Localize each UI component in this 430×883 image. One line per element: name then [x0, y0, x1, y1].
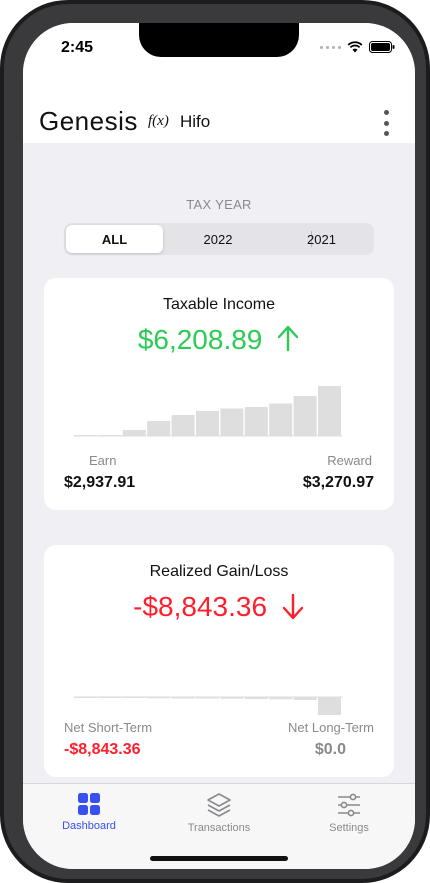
- net-short-term-value: -$8,843.36: [64, 741, 141, 758]
- more-menu-icon[interactable]: [381, 110, 391, 136]
- realized-chart-bar: [147, 697, 171, 699]
- income-chart-bar: [196, 411, 219, 436]
- realized-gain-loss-chart: [74, 696, 343, 715]
- home-indicator: [150, 856, 288, 861]
- tab-transactions[interactable]: Transactions: [169, 792, 269, 834]
- tax-year-label: TAX YEAR: [186, 197, 252, 212]
- tab-label: Settings: [329, 822, 369, 834]
- battery-icon: [369, 41, 395, 53]
- app-name: Genesis: [39, 106, 138, 136]
- grid-icon: [78, 793, 100, 815]
- realized-chart-bar: [196, 697, 219, 699]
- realized-chart-bar: [122, 697, 146, 698]
- cost-basis-method[interactable]: Hifo: [180, 112, 210, 132]
- screen: 2:45 Genesis f(x) Hifo TAX YEAR ALL 2022…: [23, 23, 415, 869]
- tax-year-selector: ALL 2022 2021: [64, 223, 374, 255]
- income-chart-bar: [318, 386, 341, 436]
- notch: [139, 23, 299, 57]
- realized-chart-bar: [244, 697, 268, 699]
- income-chart-bar: [269, 403, 293, 436]
- income-chart-bar: [293, 396, 317, 436]
- app-header: Genesis f(x) Hifo: [23, 73, 415, 143]
- earn-label: Earn: [89, 453, 117, 468]
- income-chart-bar: [74, 435, 97, 436]
- status-time: 2:45: [61, 39, 94, 56]
- phone-bezel: 2:45 Genesis f(x) Hifo TAX YEAR ALL 2022…: [4, 4, 426, 879]
- realized-chart-bar: [318, 697, 341, 715]
- app-logo: Genesis: [39, 106, 138, 137]
- sliders-icon: [338, 793, 360, 817]
- realized-chart-bar: [98, 697, 122, 698]
- income-chart-bar: [122, 430, 146, 436]
- income-chart-bar: [244, 407, 268, 436]
- realized-chart-bar: [293, 697, 317, 700]
- stack-icon: [207, 793, 231, 817]
- reward-label: Reward: [327, 453, 372, 468]
- net-long-term-value: $0.0: [314, 741, 346, 758]
- tab-label: Dashboard: [62, 820, 116, 832]
- taxable-income-card[interactable]: Taxable Income $6,208.89 Earn $2,937.91 …: [44, 278, 394, 510]
- realized-gain-loss-card[interactable]: Realized Gain/Loss -$8,843.36 Net Short-…: [44, 545, 394, 777]
- status-icons: [320, 41, 395, 53]
- phone-frame: 2:45 Genesis f(x) Hifo TAX YEAR ALL 2022…: [0, 0, 430, 883]
- fx-label[interactable]: f(x): [148, 113, 169, 130]
- tax-year-option-2021[interactable]: 2021: [271, 225, 372, 253]
- income-chart-bar: [220, 408, 244, 436]
- net-short-term-label: Net Short-Term: [64, 720, 153, 735]
- signal-icon: [320, 45, 341, 49]
- net-long-term-label: Net Long-Term: [288, 720, 374, 735]
- income-chart-bar: [147, 421, 171, 436]
- wifi-icon: [347, 41, 363, 53]
- tax-year-option-2022[interactable]: 2022: [167, 225, 269, 253]
- realized-chart-bar: [220, 697, 244, 699]
- income-chart-bar: [171, 415, 195, 436]
- tab-settings[interactable]: Settings: [299, 792, 399, 834]
- earn-value: $2,937.91: [64, 474, 136, 491]
- realized-chart-bar: [171, 697, 195, 699]
- tab-dashboard[interactable]: Dashboard: [39, 792, 139, 832]
- reward-value: $3,270.97: [302, 474, 374, 491]
- realized-chart-bar: [269, 697, 293, 700]
- taxable-income-chart: [74, 386, 343, 437]
- tax-year-option-all[interactable]: ALL: [66, 225, 163, 253]
- tab-label: Transactions: [187, 822, 251, 834]
- realized-chart-bar: [74, 697, 97, 698]
- income-chart-bar: [98, 435, 122, 436]
